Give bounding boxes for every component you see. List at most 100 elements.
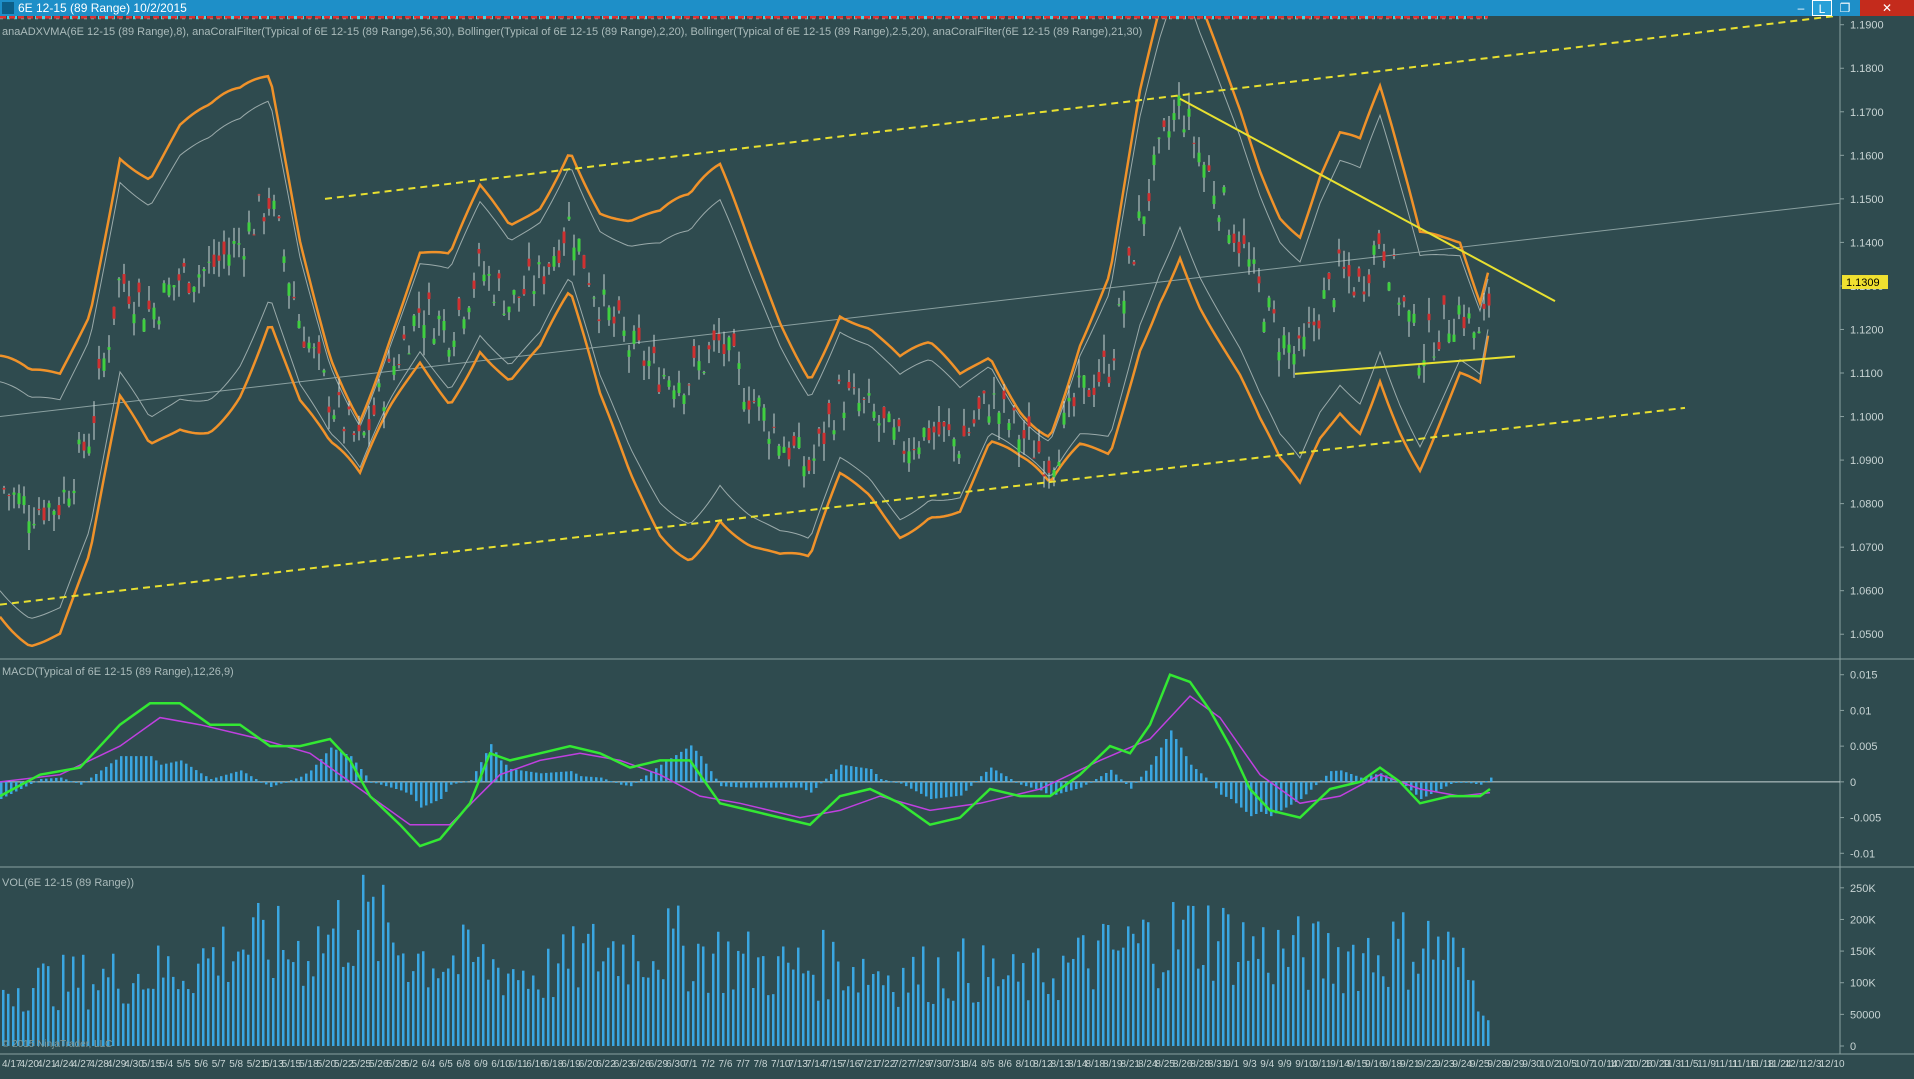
x-axis-label: 5/2 bbox=[404, 1059, 418, 1070]
close-button[interactable]: ✕ bbox=[1860, 0, 1914, 16]
macd-histogram-bar bbox=[90, 778, 93, 782]
candle-body bbox=[258, 194, 261, 195]
volume-bar bbox=[1377, 955, 1380, 1046]
volume-bar bbox=[1382, 976, 1385, 1046]
macd-tick-label: 0.015 bbox=[1850, 670, 1878, 682]
volume-bar bbox=[1022, 963, 1025, 1046]
macd-histogram-bar bbox=[1330, 771, 1333, 782]
candle-body bbox=[958, 454, 961, 458]
candle-body bbox=[1103, 351, 1106, 357]
candle-body bbox=[448, 350, 451, 357]
volume-bar bbox=[1362, 953, 1365, 1046]
volume-bar bbox=[1222, 908, 1225, 1046]
candle-body bbox=[253, 234, 256, 235]
macd-histogram-bar bbox=[1290, 782, 1293, 805]
macd-histogram-bar bbox=[125, 756, 128, 782]
candle-body bbox=[883, 407, 886, 418]
candle-body bbox=[803, 466, 806, 476]
volume-bar bbox=[1372, 972, 1375, 1046]
macd-histogram-bar bbox=[215, 778, 218, 782]
candle-body bbox=[88, 447, 91, 454]
candle-body bbox=[1223, 187, 1226, 193]
macd-histogram-bar bbox=[1085, 782, 1088, 785]
volume-bar bbox=[657, 970, 660, 1046]
candle-body bbox=[838, 380, 841, 382]
macd-histogram-bar bbox=[1470, 782, 1473, 783]
candle-body bbox=[193, 287, 196, 292]
candle-body bbox=[1313, 322, 1316, 326]
macd-histogram-bar bbox=[395, 782, 398, 789]
volume-bar bbox=[1327, 933, 1330, 1046]
candle-body bbox=[198, 274, 201, 277]
macd-histogram-bar bbox=[725, 782, 728, 787]
chart-canvas[interactable]: 1.19001.18001.17001.16001.15001.14001.13… bbox=[0, 16, 1914, 1074]
channel-upper-line bbox=[325, 16, 1835, 199]
candle-body bbox=[923, 428, 926, 437]
volume-bar bbox=[627, 984, 630, 1046]
volume-bar bbox=[1302, 957, 1305, 1046]
candle-body bbox=[988, 416, 991, 422]
volume-bar bbox=[1247, 961, 1250, 1046]
macd-histogram-bar bbox=[870, 769, 873, 782]
minimize-button[interactable]: – bbox=[1790, 0, 1812, 16]
candle-body bbox=[1228, 235, 1231, 243]
macd-histogram-bar bbox=[1465, 782, 1468, 783]
macd-histogram-bar bbox=[585, 777, 588, 782]
x-axis-label: 5/4 bbox=[159, 1059, 173, 1070]
macd-histogram-bar bbox=[330, 748, 333, 782]
macd-histogram-bar bbox=[1190, 765, 1193, 782]
candle-body bbox=[1418, 368, 1421, 376]
macd-histogram-bar bbox=[670, 758, 673, 782]
restore-button[interactable]: ❐ bbox=[1834, 0, 1856, 16]
macd-histogram-bar bbox=[680, 752, 683, 782]
candle-body bbox=[993, 393, 996, 394]
macd-histogram-bar bbox=[335, 750, 338, 782]
macd-histogram-bar bbox=[950, 782, 953, 797]
candle-body bbox=[148, 301, 151, 310]
macd-histogram-bar bbox=[755, 782, 758, 788]
volume-bar bbox=[1387, 987, 1390, 1046]
candle-body bbox=[848, 382, 851, 388]
candle-body bbox=[128, 296, 131, 304]
macd-histogram-bar bbox=[630, 782, 633, 786]
chart-area[interactable]: 1.19001.18001.17001.16001.15001.14001.13… bbox=[0, 16, 1914, 1074]
candle-body bbox=[63, 490, 66, 493]
candle-body bbox=[283, 256, 286, 263]
volume-bar bbox=[1077, 938, 1080, 1046]
volume-bar bbox=[1167, 970, 1170, 1046]
macd-histogram-bar bbox=[390, 782, 393, 788]
macd-histogram-bar bbox=[805, 782, 808, 790]
volume-bar bbox=[507, 974, 510, 1046]
candle-body bbox=[13, 492, 16, 494]
window-title: 6E 12-15 (89 Range) 10/2/2015 bbox=[18, 0, 187, 16]
macd-histogram-bar bbox=[110, 763, 113, 782]
volume-bar bbox=[1172, 902, 1175, 1046]
volume-bar bbox=[1332, 984, 1335, 1046]
volume-bar bbox=[1232, 985, 1235, 1046]
volume-bar bbox=[472, 962, 475, 1046]
macd-histogram-bar bbox=[800, 782, 803, 788]
candle-body bbox=[28, 521, 31, 533]
volume-bar bbox=[542, 998, 545, 1046]
volume-bar bbox=[1157, 988, 1160, 1046]
volume-bar bbox=[247, 955, 250, 1046]
macd-tick-label: 0.01 bbox=[1850, 705, 1871, 717]
volume-bar bbox=[152, 989, 155, 1046]
macd-histogram-bar bbox=[720, 782, 723, 786]
macd-histogram-bar bbox=[775, 782, 778, 788]
macd-histogram-bar bbox=[490, 744, 493, 782]
price-tick-label: 1.1700 bbox=[1850, 107, 1884, 119]
macd-histogram-bar bbox=[420, 782, 423, 808]
macd-histogram-bar bbox=[885, 780, 888, 782]
price-tick-label: 1.1000 bbox=[1850, 412, 1884, 424]
link-button[interactable]: L bbox=[1812, 0, 1832, 16]
macd-histogram-bar bbox=[770, 782, 773, 788]
candle-body bbox=[48, 503, 51, 507]
last-price-label: 1.1309 bbox=[1846, 277, 1880, 289]
volume-bar bbox=[1357, 991, 1360, 1046]
volume-bar bbox=[952, 1001, 955, 1046]
macd-histogram-bar bbox=[235, 772, 238, 782]
candle-body bbox=[533, 291, 536, 294]
volume-bar bbox=[267, 960, 270, 1046]
candle-body bbox=[73, 491, 76, 493]
